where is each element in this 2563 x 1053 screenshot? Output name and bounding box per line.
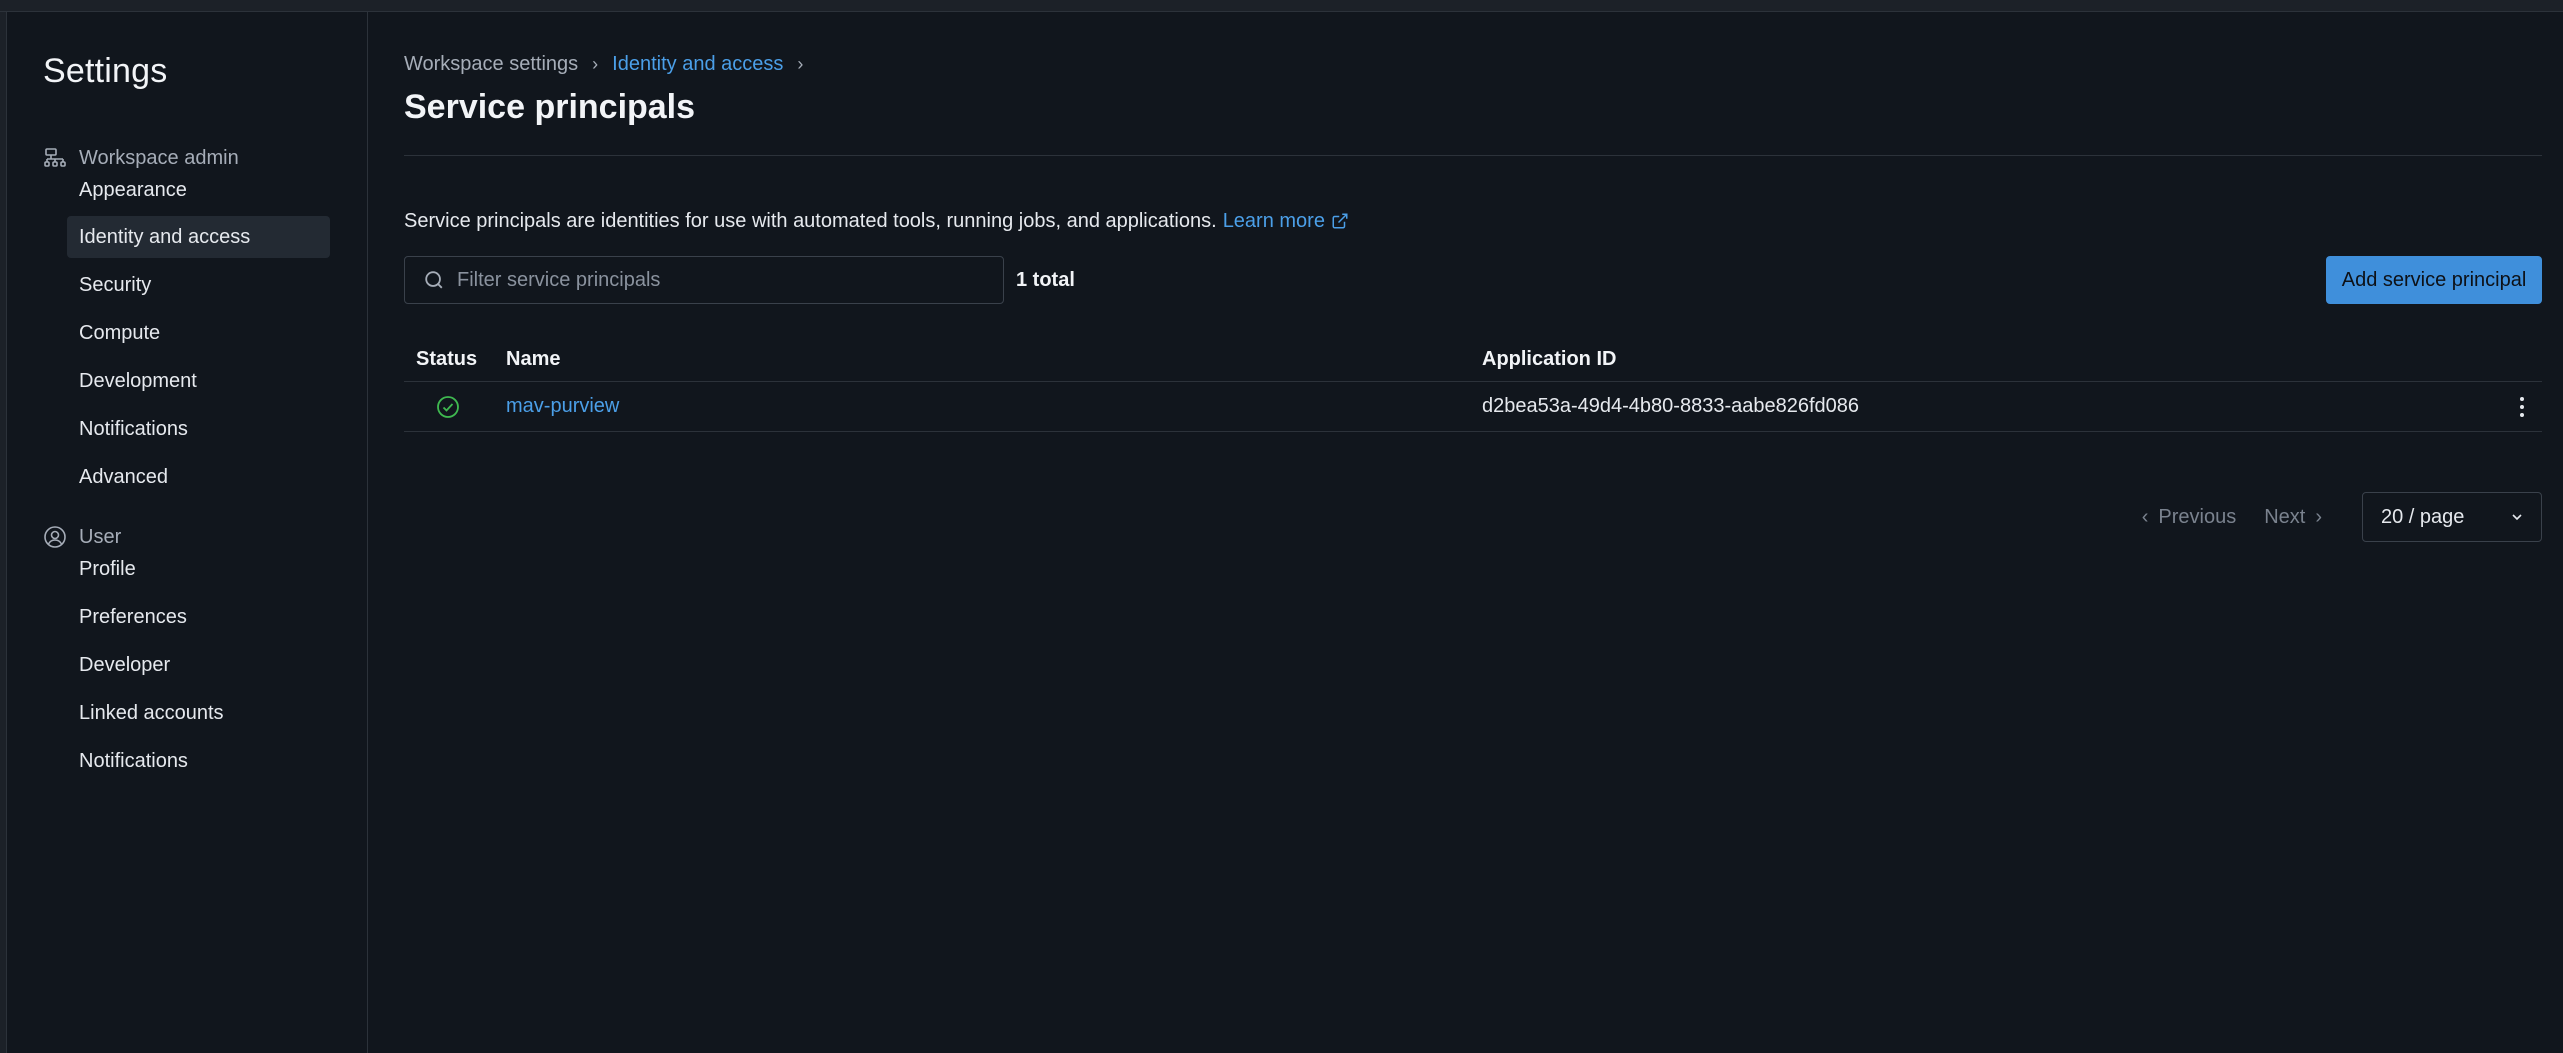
previous-label: Previous [2158,505,2237,528]
total-count: 1 total [1016,268,1075,291]
chevron-right-icon: › [592,53,599,74]
breadcrumb-workspace-settings[interactable]: Workspace settings [404,53,578,76]
table-row: mav-purview d2bea53a-49d4-4b80-8833-aabe… [404,382,2542,432]
page-title: Service principals [404,88,696,126]
section-header-label: User [79,525,122,548]
next-label: Next [2264,505,2306,528]
sidebar-item-security[interactable]: Security [67,264,330,306]
pagination: ‹ Previous Next › 20 / page [2142,492,2542,542]
external-link-icon [1332,213,1348,229]
check-circle-icon [437,395,459,418]
sidebar-item-developer[interactable]: Developer [67,644,330,686]
column-header-name[interactable]: Name [506,348,1482,371]
chevron-right-icon: › [2315,505,2322,528]
sidebar-item-development[interactable]: Development [67,360,330,402]
workspace-admin-icon [44,148,66,167]
sidebar-item-advanced[interactable]: Advanced [67,456,330,498]
filter-search-box [404,256,1004,304]
chevron-left-icon: ‹ [2141,505,2149,528]
add-service-principal-button[interactable]: Add service principal [2326,256,2542,304]
next-page-button[interactable]: Next › [2264,506,2322,529]
name-cell: mav-purview [506,395,1482,418]
column-header-application-id[interactable]: Application ID [1482,348,2502,371]
status-cell [404,395,506,419]
main-content: Workspace settings › Identity and access… [404,12,2542,1053]
learn-more-label: Learn more [1222,209,1325,232]
sidebar-item-notifications-admin[interactable]: Notifications [67,408,330,450]
breadcrumb-identity-and-access[interactable]: Identity and access [612,53,783,76]
kebab-menu-icon[interactable] [2520,396,2524,417]
search-icon [425,271,443,289]
breadcrumb: Workspace settings › Identity and access… [404,50,807,78]
section-header-label: Workspace admin [79,146,239,169]
description-text: Service principals are identities for us… [404,209,1217,232]
sidebar-item-preferences[interactable]: Preferences [67,596,330,638]
row-actions-cell [2502,396,2542,417]
previous-page-button[interactable]: ‹ Previous [2142,506,2236,529]
sidebar-item-compute[interactable]: Compute [67,312,330,354]
service-principal-name-link[interactable]: mav-purview [506,395,619,417]
service-principals-table: Status Name Application ID mav-purview d… [404,338,2542,432]
chevron-down-icon [2512,514,2522,521]
application-id-cell: d2bea53a-49d4-4b80-8833-aabe826fd086 [1482,395,1860,417]
top-bar [0,0,2563,12]
filter-service-principals-input[interactable] [457,268,1003,292]
sidebar-item-profile[interactable]: Profile [67,548,330,590]
chevron-right-icon: › [797,53,804,74]
divider [404,155,2542,156]
column-header-status[interactable]: Status [404,348,506,371]
page-description: Service principals are identities for us… [404,206,1349,236]
sidebar-item-linked-accounts[interactable]: Linked accounts [67,692,330,734]
sidebar-title: Settings [43,52,168,90]
page-size-value: 20 / page [2381,505,2465,528]
left-edge [0,12,7,1053]
sidebar-item-appearance[interactable]: Appearance [67,169,330,211]
settings-sidebar: Settings Workspace admin Appearance Iden… [7,12,368,1053]
table-header: Status Name Application ID [404,338,2542,382]
page-size-select[interactable]: 20 / page [2362,492,2542,542]
sidebar-item-identity-and-access[interactable]: Identity and access [67,216,330,258]
learn-more-link[interactable]: Learn more [1223,210,1349,233]
user-circle-icon [44,526,66,548]
sidebar-item-notifications-user[interactable]: Notifications [67,740,330,782]
